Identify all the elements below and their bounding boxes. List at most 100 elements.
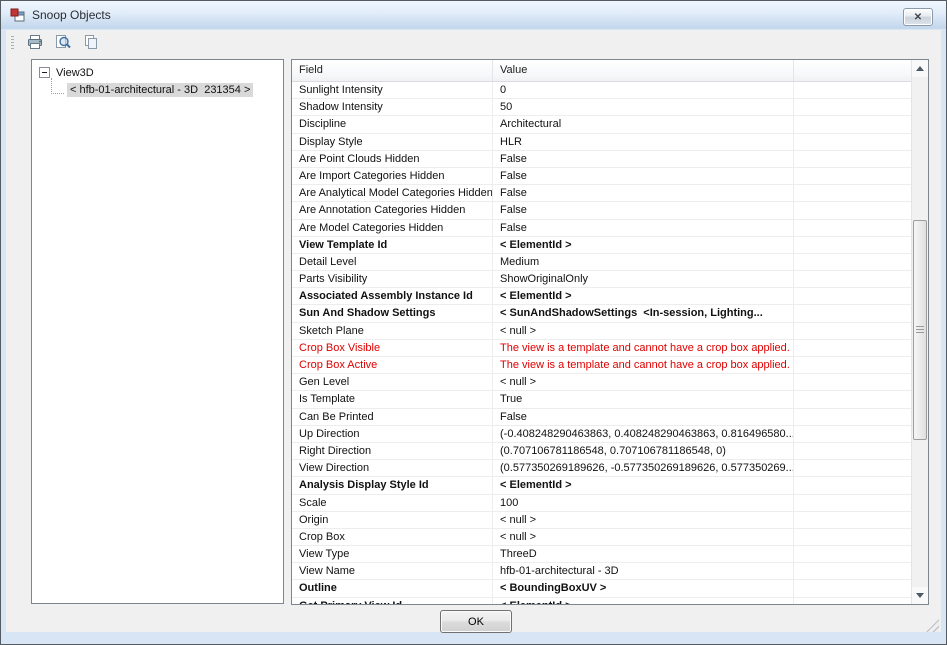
table-row[interactable]: Outline< BoundingBoxUV > bbox=[292, 580, 911, 597]
table-row[interactable]: Can Be PrintedFalse bbox=[292, 409, 911, 426]
table-row[interactable]: View Namehfb-01-architectural - 3D bbox=[292, 563, 911, 580]
filler-cell bbox=[794, 254, 911, 270]
value-cell: The view is a template and cannot have a… bbox=[493, 357, 794, 373]
print-preview-button[interactable] bbox=[50, 32, 75, 54]
field-cell: Up Direction bbox=[292, 426, 493, 442]
field-cell: Are Annotation Categories Hidden bbox=[292, 202, 493, 218]
table-row[interactable]: Analysis Display Style Id< ElementId > bbox=[292, 477, 911, 494]
column-header-filler bbox=[794, 60, 911, 81]
filler-cell bbox=[794, 116, 911, 132]
table-row[interactable]: Origin< null > bbox=[292, 512, 911, 529]
table-row[interactable]: Are Point Clouds HiddenFalse bbox=[292, 151, 911, 168]
scroll-down-button[interactable] bbox=[912, 587, 928, 604]
table-row[interactable]: Scale100 bbox=[292, 495, 911, 512]
filler-cell bbox=[794, 546, 911, 562]
field-cell: Sunlight Intensity bbox=[292, 82, 493, 98]
table-row[interactable]: Gen Level< null > bbox=[292, 374, 911, 391]
field-cell: Are Analytical Model Categories Hidden bbox=[292, 185, 493, 201]
value-cell: < ElementId > bbox=[493, 288, 794, 304]
table-row[interactable]: View Template Id< ElementId > bbox=[292, 237, 911, 254]
table-row[interactable]: Detail LevelMedium bbox=[292, 254, 911, 271]
tree-node-view3d[interactable]: View3D bbox=[32, 64, 283, 81]
value-cell: ShowOriginalOnly bbox=[493, 271, 794, 287]
field-cell: Right Direction bbox=[292, 443, 493, 459]
table-row[interactable]: Crop Box ActiveThe view is a template an… bbox=[292, 357, 911, 374]
tree-node-label: < hfb-01-architectural - 3D 231354 > bbox=[67, 83, 253, 97]
print-button[interactable] bbox=[22, 32, 47, 54]
table-row[interactable]: Display StyleHLR bbox=[292, 134, 911, 151]
value-cell: < SunAndShadowSettings <In-session, Ligh… bbox=[493, 305, 794, 321]
copy-button[interactable] bbox=[78, 32, 103, 54]
magnifier-icon bbox=[54, 34, 72, 53]
value-cell: < ElementId > bbox=[493, 477, 794, 493]
table-row[interactable]: Are Model Categories HiddenFalse bbox=[292, 220, 911, 237]
table-row[interactable]: Are Analytical Model Categories HiddenFa… bbox=[292, 185, 911, 202]
tree-connector bbox=[51, 78, 64, 94]
field-cell: Analysis Display Style Id bbox=[292, 477, 493, 493]
field-cell: Sun And Shadow Settings bbox=[292, 305, 493, 321]
arrow-up-icon bbox=[916, 66, 924, 71]
field-cell: Origin bbox=[292, 512, 493, 528]
toolbar-grip[interactable] bbox=[11, 36, 14, 51]
toolbar bbox=[6, 30, 941, 56]
table-row[interactable]: View Direction(0.577350269189626, -0.577… bbox=[292, 460, 911, 477]
table-row[interactable]: Up Direction(-0.408248290463863, 0.40824… bbox=[292, 426, 911, 443]
value-cell: 50 bbox=[493, 99, 794, 115]
value-cell: Medium bbox=[493, 254, 794, 270]
filler-cell bbox=[794, 443, 911, 459]
table-row[interactable]: Sun And Shadow Settings< SunAndShadowSet… bbox=[292, 305, 911, 322]
field-cell: View Template Id bbox=[292, 237, 493, 253]
snoop-objects-window: Snoop Objects ✕ bbox=[0, 0, 947, 645]
vertical-scrollbar[interactable] bbox=[911, 60, 928, 604]
title-bar[interactable]: Snoop Objects ✕ bbox=[1, 1, 946, 29]
field-cell: Detail Level bbox=[292, 254, 493, 270]
filler-cell bbox=[794, 185, 911, 201]
resize-grip[interactable] bbox=[926, 619, 939, 632]
table-row[interactable]: View TypeThreeD bbox=[292, 546, 911, 563]
filler-cell bbox=[794, 460, 911, 476]
field-cell: Crop Box Active bbox=[292, 357, 493, 373]
scroll-up-button[interactable] bbox=[912, 60, 928, 77]
filler-cell bbox=[794, 271, 911, 287]
table-row[interactable]: Crop Box VisibleThe view is a template a… bbox=[292, 340, 911, 357]
field-cell: Shadow Intensity bbox=[292, 99, 493, 115]
field-cell: Scale bbox=[292, 495, 493, 511]
table-row[interactable]: Get Primary View Id< ElementId > bbox=[292, 598, 911, 604]
value-cell: (0.707106781186548, 0.707106781186548, 0… bbox=[493, 443, 794, 459]
value-cell: < null > bbox=[493, 374, 794, 390]
filler-cell bbox=[794, 340, 911, 356]
table-row[interactable]: Associated Assembly Instance Id< Element… bbox=[292, 288, 911, 305]
table-row[interactable]: DisciplineArchitectural bbox=[292, 116, 911, 133]
table-row[interactable]: Right Direction(0.707106781186548, 0.707… bbox=[292, 443, 911, 460]
filler-cell bbox=[794, 305, 911, 321]
filler-cell bbox=[794, 477, 911, 493]
field-cell: Crop Box bbox=[292, 529, 493, 545]
table-row[interactable]: Is TemplateTrue bbox=[292, 391, 911, 408]
field-cell: Parts Visibility bbox=[292, 271, 493, 287]
table-row[interactable]: Parts VisibilityShowOriginalOnly bbox=[292, 271, 911, 288]
scrollbar-thumb[interactable] bbox=[913, 220, 927, 440]
table-row[interactable]: Sketch Plane< null > bbox=[292, 323, 911, 340]
table-row[interactable]: Shadow Intensity50 bbox=[292, 99, 911, 116]
value-cell: HLR bbox=[493, 134, 794, 150]
column-header-field[interactable]: Field bbox=[292, 60, 493, 81]
close-button[interactable]: ✕ bbox=[903, 8, 933, 26]
client-area: View3D < hfb-01-architectural - 3D 23135… bbox=[6, 56, 941, 632]
value-cell: False bbox=[493, 185, 794, 201]
column-header-value[interactable]: Value bbox=[493, 60, 794, 81]
field-cell: Display Style bbox=[292, 134, 493, 150]
copy-icon bbox=[82, 34, 100, 53]
tree-node-selected-view[interactable]: < hfb-01-architectural - 3D 231354 > bbox=[32, 81, 283, 98]
ok-button[interactable]: OK bbox=[440, 610, 512, 633]
filler-cell bbox=[794, 426, 911, 442]
value-cell: False bbox=[493, 409, 794, 425]
value-cell: < null > bbox=[493, 323, 794, 339]
property-list: Field Value Sunlight Intensity0Shadow In… bbox=[291, 59, 929, 605]
table-row[interactable]: Are Annotation Categories HiddenFalse bbox=[292, 202, 911, 219]
table-row[interactable]: Are Import Categories HiddenFalse bbox=[292, 168, 911, 185]
table-row[interactable]: Sunlight Intensity0 bbox=[292, 82, 911, 99]
list-header: Field Value bbox=[292, 60, 911, 82]
window-title: Snoop Objects bbox=[32, 8, 111, 22]
tree-collapse-toggle[interactable] bbox=[39, 67, 50, 78]
table-row[interactable]: Crop Box< null > bbox=[292, 529, 911, 546]
